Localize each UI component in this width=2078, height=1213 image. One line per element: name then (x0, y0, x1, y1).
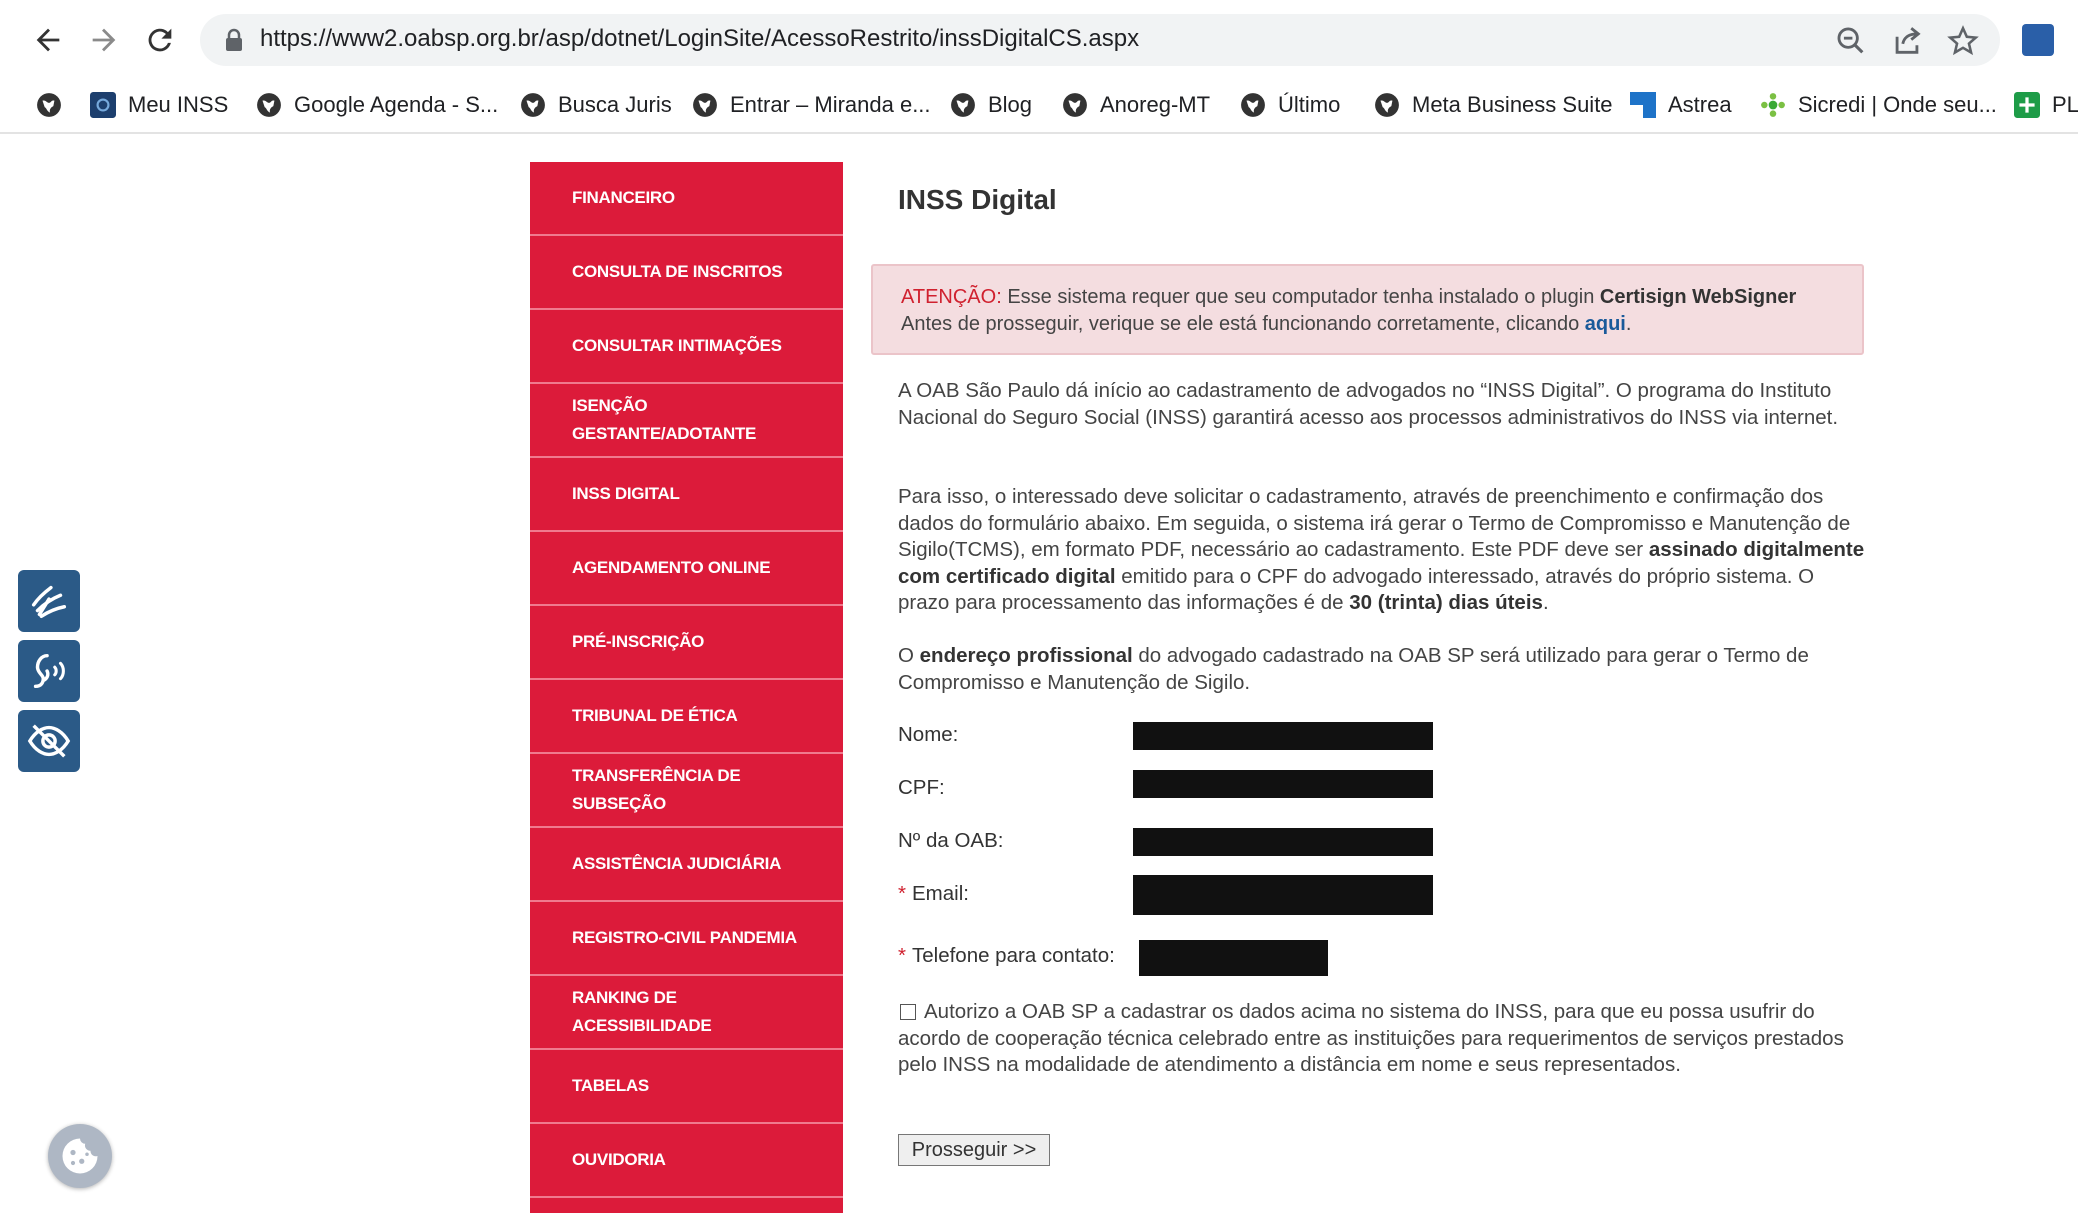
globe-icon (693, 93, 717, 117)
phone-label: * Telefone para contato: (898, 944, 1115, 967)
alert-attention-label: ATENÇÃO: (901, 286, 1002, 308)
bookmark-entrar-miranda[interactable]: Entrar – Miranda e... (692, 86, 931, 124)
browser-toolbar: https://www2.oabsp.org.br/asp/dotnet/Log… (0, 0, 2078, 80)
consent-text: Autorizo a OAB SP a cadastrar os dados a… (898, 1000, 1844, 1076)
menu-item-ouvidoria[interactable]: OUVIDORIA (530, 1124, 843, 1198)
bookmarks-bar: Meu INSS Google Agenda - S... Busca Juri… (0, 78, 2078, 134)
back-arrow-icon (36, 28, 60, 52)
inss-icon (90, 92, 116, 118)
menu-item-tabelas[interactable]: TABELAS (530, 1050, 843, 1124)
side-menu: FINANCEIRO CONSULTA DE INSCRITOS CONSULT… (530, 162, 843, 1213)
bookmark-busca-juris[interactable]: Busca Juris (520, 86, 672, 124)
required-mark: * (898, 944, 906, 967)
bookmark-meta-business[interactable]: Meta Business Suite (1374, 86, 1613, 124)
required-mark: * (898, 882, 906, 905)
bookmark-anoreg[interactable]: Anoreg-MT (1062, 86, 1210, 124)
share-button[interactable] (1890, 24, 1924, 58)
cookie-settings-button[interactable] (48, 1124, 112, 1188)
bookmark-sicredi[interactable]: Sicredi | Onde seu... (1760, 86, 1997, 124)
globe-icon (1063, 93, 1087, 117)
proceed-button[interactable]: Prosseguir >> (898, 1134, 1050, 1166)
audio-reader-button[interactable] (18, 640, 80, 702)
menu-item-consultar-intimacoes[interactable]: CONSULTAR INTIMAÇÕES (530, 310, 843, 384)
reload-button[interactable] (134, 14, 186, 66)
back-button[interactable] (22, 14, 74, 66)
globe-icon (37, 93, 61, 117)
bookmark-google-agenda[interactable]: Google Agenda - S... (256, 86, 498, 124)
intro-paragraph: A OAB São Paulo dá início ao cadastramen… (898, 379, 1839, 429)
email-field[interactable] (1133, 875, 1433, 915)
menu-item-assistencia-judiciaria[interactable]: ASSISTÊNCIA JUDICIÁRIA (530, 828, 843, 902)
zoom-button[interactable] (1834, 24, 1868, 58)
phone-field[interactable] (1139, 940, 1328, 976)
globe-icon (951, 93, 975, 117)
reload-icon (148, 28, 172, 52)
instructions-paragraph: Para isso, o interessado deve solicitar … (898, 485, 1865, 614)
bookmark-star-button[interactable] (1946, 24, 1980, 58)
oab-number-label: Nº da OAB: (898, 829, 1004, 852)
sign-language-button[interactable] (18, 570, 80, 632)
star-icon (1947, 25, 1979, 56)
oab-number-field[interactable] (1133, 828, 1433, 856)
nome-field[interactable] (1133, 722, 1433, 750)
menu-item-consulta-inscritos[interactable]: CONSULTA DE INSCRITOS (530, 236, 843, 310)
menu-item-tribunal-etica[interactable]: TRIBUNAL DE ÉTICA (530, 680, 843, 754)
cpf-field[interactable] (1133, 770, 1433, 798)
bookmark-item[interactable] (36, 86, 74, 124)
plugin-alert: ATENÇÃO: Esse sistema requer que seu com… (871, 264, 1864, 355)
alert-check-link[interactable]: aqui (1585, 313, 1626, 335)
zoom-icon (1837, 27, 1864, 54)
menu-item-financeiro[interactable]: FINANCEIRO (530, 162, 843, 236)
menu-item-agendamento-online[interactable]: AGENDAMENTO ONLINE (530, 532, 843, 606)
globe-icon (257, 93, 281, 117)
menu-item-registro-civil[interactable]: REGISTRO-CIVIL PANDEMIA (530, 902, 843, 976)
cpf-label: CPF: (898, 776, 945, 799)
share-icon (1895, 27, 1921, 54)
globe-icon (1375, 93, 1399, 117)
cookie-icon (62, 1138, 98, 1174)
contrast-button[interactable] (18, 710, 80, 772)
bookmark-astrea[interactable]: Astrea (1630, 86, 1732, 124)
sign-language-icon (31, 585, 67, 619)
plus-doc-icon (2014, 92, 2040, 118)
bookmark-blog[interactable]: Blog (950, 86, 1032, 124)
menu-item-pre-inscricao[interactable]: PRÉ-INSCRIÇÃO (530, 606, 843, 680)
astrea-icon (1630, 92, 1656, 118)
url-text[interactable]: https://www2.oabsp.org.br/asp/dotnet/Log… (260, 25, 1139, 53)
globe-icon (1241, 93, 1265, 117)
nome-label: Nome: (898, 723, 959, 746)
address-bar[interactable]: https://www2.oabsp.org.br/asp/dotnet/Log… (200, 14, 2000, 66)
forward-button[interactable] (78, 14, 130, 66)
address-paragraph: O endereço profissional do advogado cada… (898, 644, 1809, 694)
audio-reader-icon (33, 653, 65, 689)
lock-icon (226, 28, 242, 51)
menu-item-ranking-acessibilidade[interactable]: RANKING DE ACESSIBILIDADE (530, 976, 843, 1050)
globe-icon (521, 93, 545, 117)
bookmark-meu-inss[interactable]: Meu INSS (90, 86, 228, 124)
menu-item-isencao-gestante[interactable]: ISENÇÃO GESTANTE/ADOTANTE (530, 384, 843, 458)
bookmark-pl[interactable]: PL (2014, 86, 2078, 124)
email-label: * Email: (898, 882, 969, 905)
forward-arrow-icon (92, 28, 116, 52)
eye-hidden-icon (27, 724, 71, 758)
extension-icon[interactable] (2022, 24, 2054, 56)
menu-item-inss-digital[interactable]: INSS DIGITAL (530, 458, 843, 532)
page-title: INSS Digital (898, 184, 1057, 215)
menu-item-transferencia-subsecao[interactable]: TRANSFERÊNCIA DE SUBSEÇÃO (530, 754, 843, 828)
bookmark-ultimo[interactable]: Último (1240, 86, 1340, 124)
sicredi-icon (1761, 93, 1785, 117)
alert-plugin-name: Certisign WebSigner (1599, 286, 1797, 308)
